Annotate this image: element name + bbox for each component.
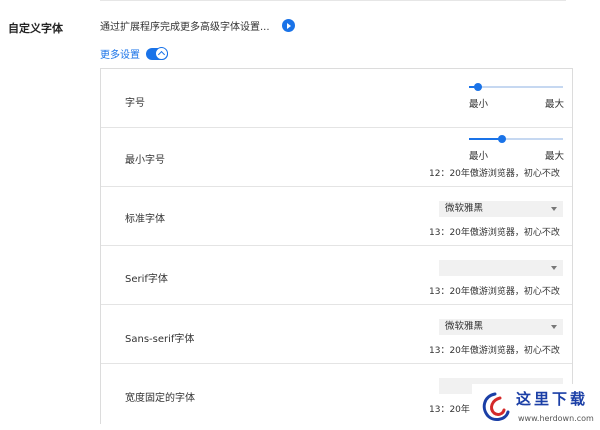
- standard-font-row: 标准字体 微软雅黑 13：20年傲游浏览器，初心不改: [101, 187, 572, 246]
- slider-thumb[interactable]: [474, 83, 483, 91]
- sans-serif-font-preview: 13：20年傲游浏览器，初心不改: [429, 346, 560, 356]
- sans-serif-font-value: 微软雅黑: [445, 321, 484, 332]
- more-settings-toggle[interactable]: [146, 46, 168, 60]
- font-size-max-label: 最大: [545, 99, 565, 110]
- more-settings-row: 更多设置: [100, 46, 168, 61]
- standard-font-preview: 13：20年傲游浏览器，初心不改: [429, 228, 560, 238]
- chevron-up-icon: [155, 46, 168, 60]
- watermark-url: www.herdown.com: [518, 414, 594, 423]
- top-divider: [100, 0, 566, 1]
- font-size-row: 字号 最小 最大: [101, 69, 572, 128]
- fixed-width-font-label: 宽度固定的字体: [125, 393, 195, 404]
- min-font-size-label: 最小字号: [125, 155, 165, 166]
- font-settings-panel: 字号 最小 最大 最小字号 最小 最大 12：20年傲游浏览器，初心不改 标准字…: [100, 68, 573, 424]
- sans-serif-font-label: Sans-serif字体: [125, 334, 195, 345]
- watermark: 这里下载 www.herdown.com: [472, 384, 600, 430]
- serif-font-label: Serif字体: [125, 274, 168, 285]
- play-circle-icon[interactable]: [281, 19, 295, 32]
- min-font-size-max-label: 最大: [545, 151, 565, 162]
- extension-row: 通过扩展程序完成更多高级字体设置...: [100, 18, 295, 33]
- serif-font-select[interactable]: [439, 260, 563, 276]
- watermark-logo-icon: [482, 392, 510, 421]
- serif-font-row: Serif字体 13：20年傲游浏览器，初心不改: [101, 246, 572, 305]
- serif-font-preview: 13：20年傲游浏览器，初心不改: [429, 287, 560, 297]
- more-settings-link[interactable]: 更多设置: [100, 46, 140, 61]
- min-font-size-min-label: 最小: [469, 151, 489, 162]
- fixed-width-font-preview: 13：20年: [429, 405, 470, 415]
- slider-track: [469, 86, 563, 88]
- caret-down-icon: [551, 207, 557, 211]
- sans-serif-font-select[interactable]: 微软雅黑: [439, 319, 563, 335]
- caret-down-icon: [551, 266, 557, 270]
- min-font-size-preview: 12：20年傲游浏览器，初心不改: [429, 169, 560, 179]
- min-font-size-row: 最小字号 最小 最大 12：20年傲游浏览器，初心不改: [101, 128, 572, 187]
- slider-thumb[interactable]: [497, 135, 506, 143]
- standard-font-value: 微软雅黑: [445, 203, 484, 214]
- sans-serif-font-row: Sans-serif字体 微软雅黑 13：20年傲游浏览器，初心不改: [101, 305, 572, 364]
- font-size-min-label: 最小: [469, 99, 489, 110]
- watermark-title: 这里下载: [516, 390, 589, 408]
- standard-font-select[interactable]: 微软雅黑: [439, 201, 563, 217]
- slider-fill: [469, 138, 502, 140]
- standard-font-label: 标准字体: [125, 214, 165, 225]
- min-font-size-slider[interactable]: [469, 133, 563, 145]
- section-title: 自定义字体: [8, 22, 63, 35]
- font-size-label: 字号: [125, 98, 145, 109]
- caret-down-icon: [551, 325, 557, 329]
- font-size-slider[interactable]: [469, 81, 563, 93]
- extension-text: 通过扩展程序完成更多高级字体设置...: [100, 22, 270, 33]
